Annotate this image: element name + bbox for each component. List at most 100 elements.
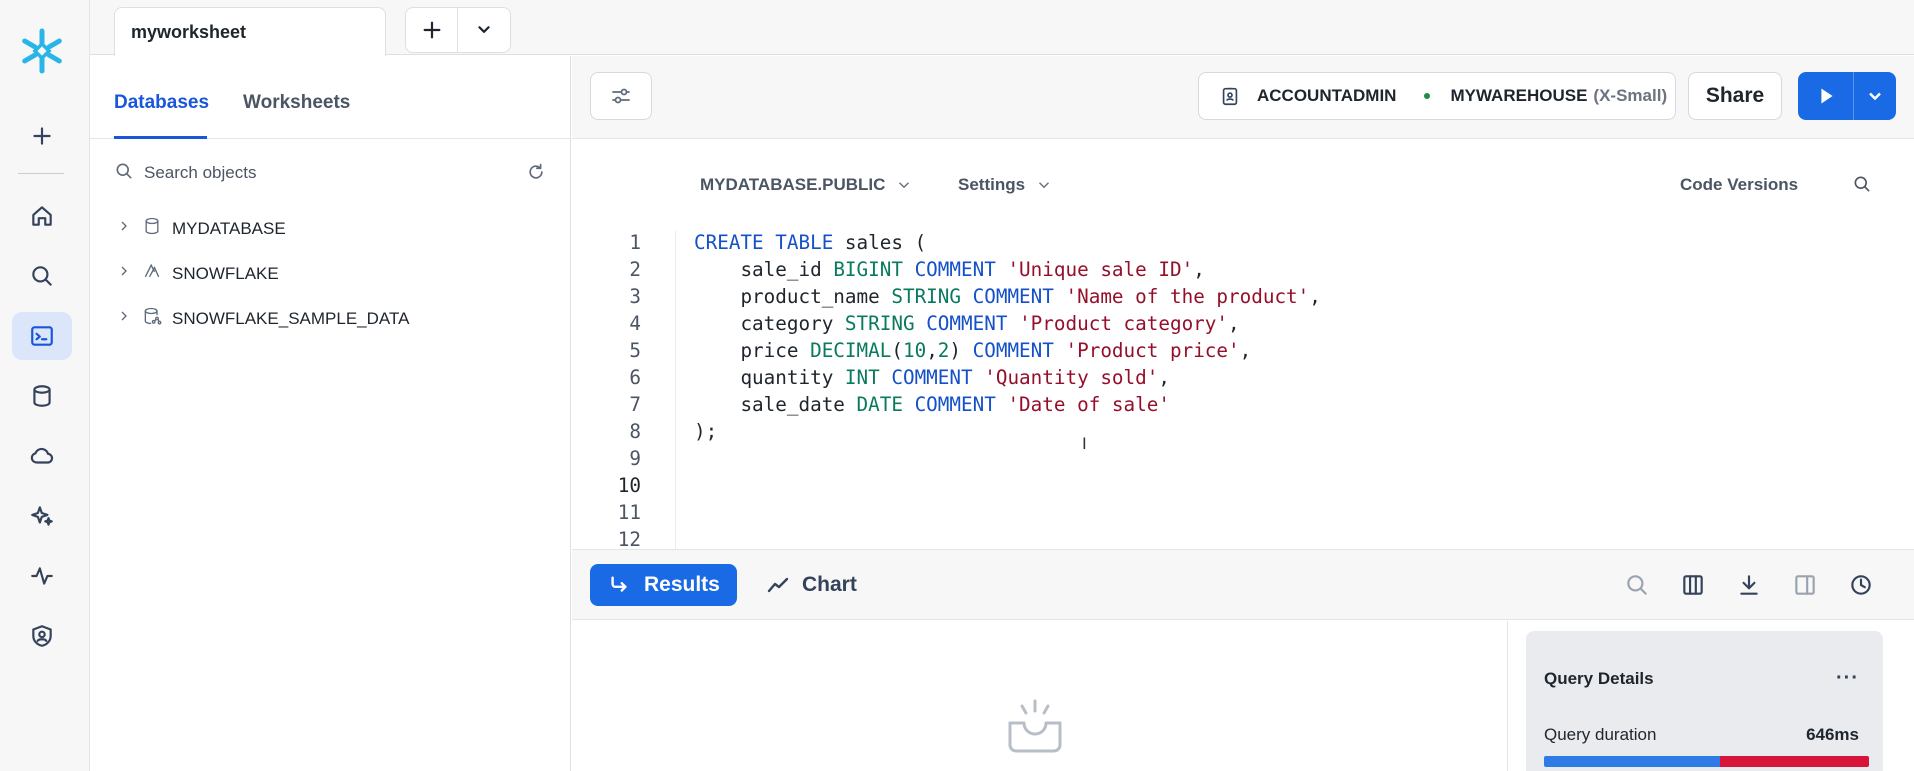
query-details-title: Query Details — [1544, 669, 1654, 688]
ai-sparkle-icon[interactable] — [12, 492, 72, 540]
code-line: sale_date DATE COMMENT 'Date of sale' — [740, 393, 1170, 416]
duration-segment-execute — [1719, 756, 1869, 767]
chart-label: Chart — [802, 573, 857, 596]
browser-tabs: Databases Worksheets — [90, 56, 570, 139]
database-schema-selector[interactable]: MYDATABASE.PUBLIC — [700, 175, 913, 195]
query-duration-value: 646ms — [1806, 725, 1859, 744]
role-label: ACCOUNTADMIN — [1257, 86, 1397, 105]
search-icon — [114, 161, 134, 186]
snowflake-db-icon — [142, 261, 172, 286]
line-number: 1 — [629, 231, 641, 254]
search-results-icon[interactable] — [1624, 572, 1650, 603]
duration-segment-compile — [1544, 756, 1720, 767]
more-options-icon[interactable]: ··· — [1836, 667, 1859, 690]
warehouse-label: MYWAREHOUSE — [1450, 86, 1588, 105]
sql-code-editor[interactable]: 1 2 3 4 5 6 7 8 9 10 11 12 CREATE TABLE sales ( sal… — [572, 231, 1914, 549]
cloud-icon[interactable] — [12, 432, 72, 480]
results-arrow-icon — [611, 576, 627, 592]
filter-settings-button[interactable] — [590, 72, 652, 120]
query-details-card: Query Details ··· Query duration 646ms — [1526, 631, 1883, 771]
line-number: 5 — [629, 339, 641, 362]
role-warehouse-selector[interactable]: ACCOUNTADMIN MYWAREHOUSE (X-Small) — [1198, 72, 1676, 120]
chart-line-icon — [767, 577, 789, 593]
editor-toolbar: ACCOUNTADMIN MYWAREHOUSE (X-Small) Share — [572, 56, 1914, 139]
line-number: 6 — [629, 366, 641, 389]
monitoring-activity-icon[interactable] — [12, 552, 72, 600]
tab-databases[interactable]: Databases — [114, 92, 209, 114]
tree-item-snowflake-sample-data[interactable]: SNOWFLAKE_SAMPLE_DATA — [114, 296, 560, 341]
run-button[interactable] — [1798, 72, 1854, 120]
download-icon[interactable] — [1736, 572, 1762, 603]
line-number: 9 — [629, 447, 641, 470]
run-options-dropdown[interactable] — [1854, 72, 1896, 120]
chevron-right-icon[interactable] — [116, 308, 140, 329]
rail-divider — [18, 173, 64, 174]
code-line: ); — [694, 420, 718, 443]
line-number: 3 — [629, 285, 641, 308]
create-new-icon[interactable] — [12, 112, 72, 160]
line-number: 2 — [629, 258, 641, 281]
search-objects-row — [114, 156, 546, 190]
worksheet-tab[interactable]: myworksheet — [114, 7, 386, 56]
chevron-right-icon[interactable] — [116, 263, 140, 284]
tree-item-mydatabase[interactable]: MYDATABASE — [114, 206, 560, 251]
empty-tray-icon — [1002, 697, 1068, 768]
role-badge-icon — [1222, 87, 1238, 106]
settings-dropdown[interactable]: Settings — [958, 175, 1053, 195]
code-line: CREATE TABLE sales ( — [694, 231, 927, 254]
code-versions-button[interactable]: Code Versions — [1680, 175, 1798, 195]
sliders-icon — [612, 88, 630, 104]
line-number: 12 — [617, 528, 641, 549]
settings-label: Settings — [958, 175, 1026, 194]
chevron-right-icon[interactable] — [116, 218, 140, 239]
chevron-down-icon — [1869, 92, 1881, 101]
editor-search-icon[interactable] — [1842, 174, 1872, 194]
line-number-gutter: 1 2 3 4 5 6 7 8 9 10 11 12 — [572, 231, 676, 549]
query-duration-bar — [1544, 756, 1869, 767]
home-icon[interactable] — [12, 192, 72, 240]
results-area — [572, 621, 1507, 771]
code-line: quantity INT COMMENT 'Quantity sold', — [740, 366, 1170, 389]
new-tab-button[interactable] — [406, 8, 459, 52]
line-number: 7 — [629, 393, 641, 416]
chart-tab-button[interactable]: Chart — [766, 564, 857, 606]
tree-item-snowflake[interactable]: SNOWFLAKE — [114, 251, 560, 296]
tab-actions — [405, 7, 511, 53]
share-button[interactable]: Share — [1688, 72, 1782, 120]
admin-shield-icon[interactable] — [12, 612, 72, 660]
results-label: Results — [644, 573, 720, 596]
search-objects-input[interactable] — [144, 163, 484, 183]
query-history-clock-icon[interactable] — [1848, 572, 1874, 603]
text-cursor-icon: I — [1082, 434, 1087, 453]
projects-worksheet-icon[interactable] — [12, 312, 72, 360]
code-line: price DECIMAL(10,2) COMMENT 'Product pri… — [740, 339, 1252, 362]
database-tree: MYDATABASE SNOWFLAKE SNOWFLAKE_SAMPLE_DA… — [114, 206, 560, 341]
toggle-side-panel-icon[interactable] — [1792, 572, 1818, 603]
columns-icon[interactable] — [1680, 572, 1706, 603]
database-schema-label: MYDATABASE.PUBLIC — [700, 175, 886, 194]
code-line: sale_id BIGINT COMMENT 'Unique sale ID', — [740, 258, 1205, 281]
worksheet-tab-bar: myworksheet — [90, 0, 1914, 56]
tree-item-label: SNOWFLAKE — [172, 263, 279, 283]
chevron-down-icon — [899, 182, 910, 189]
line-number: 8 — [629, 420, 641, 443]
run-button-group — [1798, 72, 1896, 120]
line-number: 4 — [629, 312, 641, 335]
worksheet-tab-title: myworksheet — [131, 22, 247, 42]
chevron-down-icon — [478, 26, 490, 33]
code-line: product_name STRING COMMENT 'Name of the… — [740, 285, 1321, 308]
active-tab-underline — [114, 136, 207, 139]
refresh-icon[interactable] — [526, 162, 546, 187]
tab-worksheets[interactable]: Worksheets — [243, 92, 350, 114]
left-nav-rail — [0, 0, 90, 771]
tab-list-dropdown-button[interactable] — [458, 8, 510, 52]
results-tab-button[interactable]: Results — [590, 564, 737, 606]
code-versions-label: Code Versions — [1680, 175, 1799, 194]
data-database-icon[interactable] — [12, 372, 72, 420]
line-number: 11 — [617, 501, 641, 524]
snowflake-logo-icon[interactable] — [18, 27, 66, 75]
results-toolbar: Results Chart — [572, 549, 1914, 620]
search-nav-icon[interactable] — [12, 252, 72, 300]
object-browser: Databases Worksheets MYDATABASE SNOWFLAK… — [90, 56, 571, 771]
warehouse-status-dot — [1424, 93, 1431, 99]
